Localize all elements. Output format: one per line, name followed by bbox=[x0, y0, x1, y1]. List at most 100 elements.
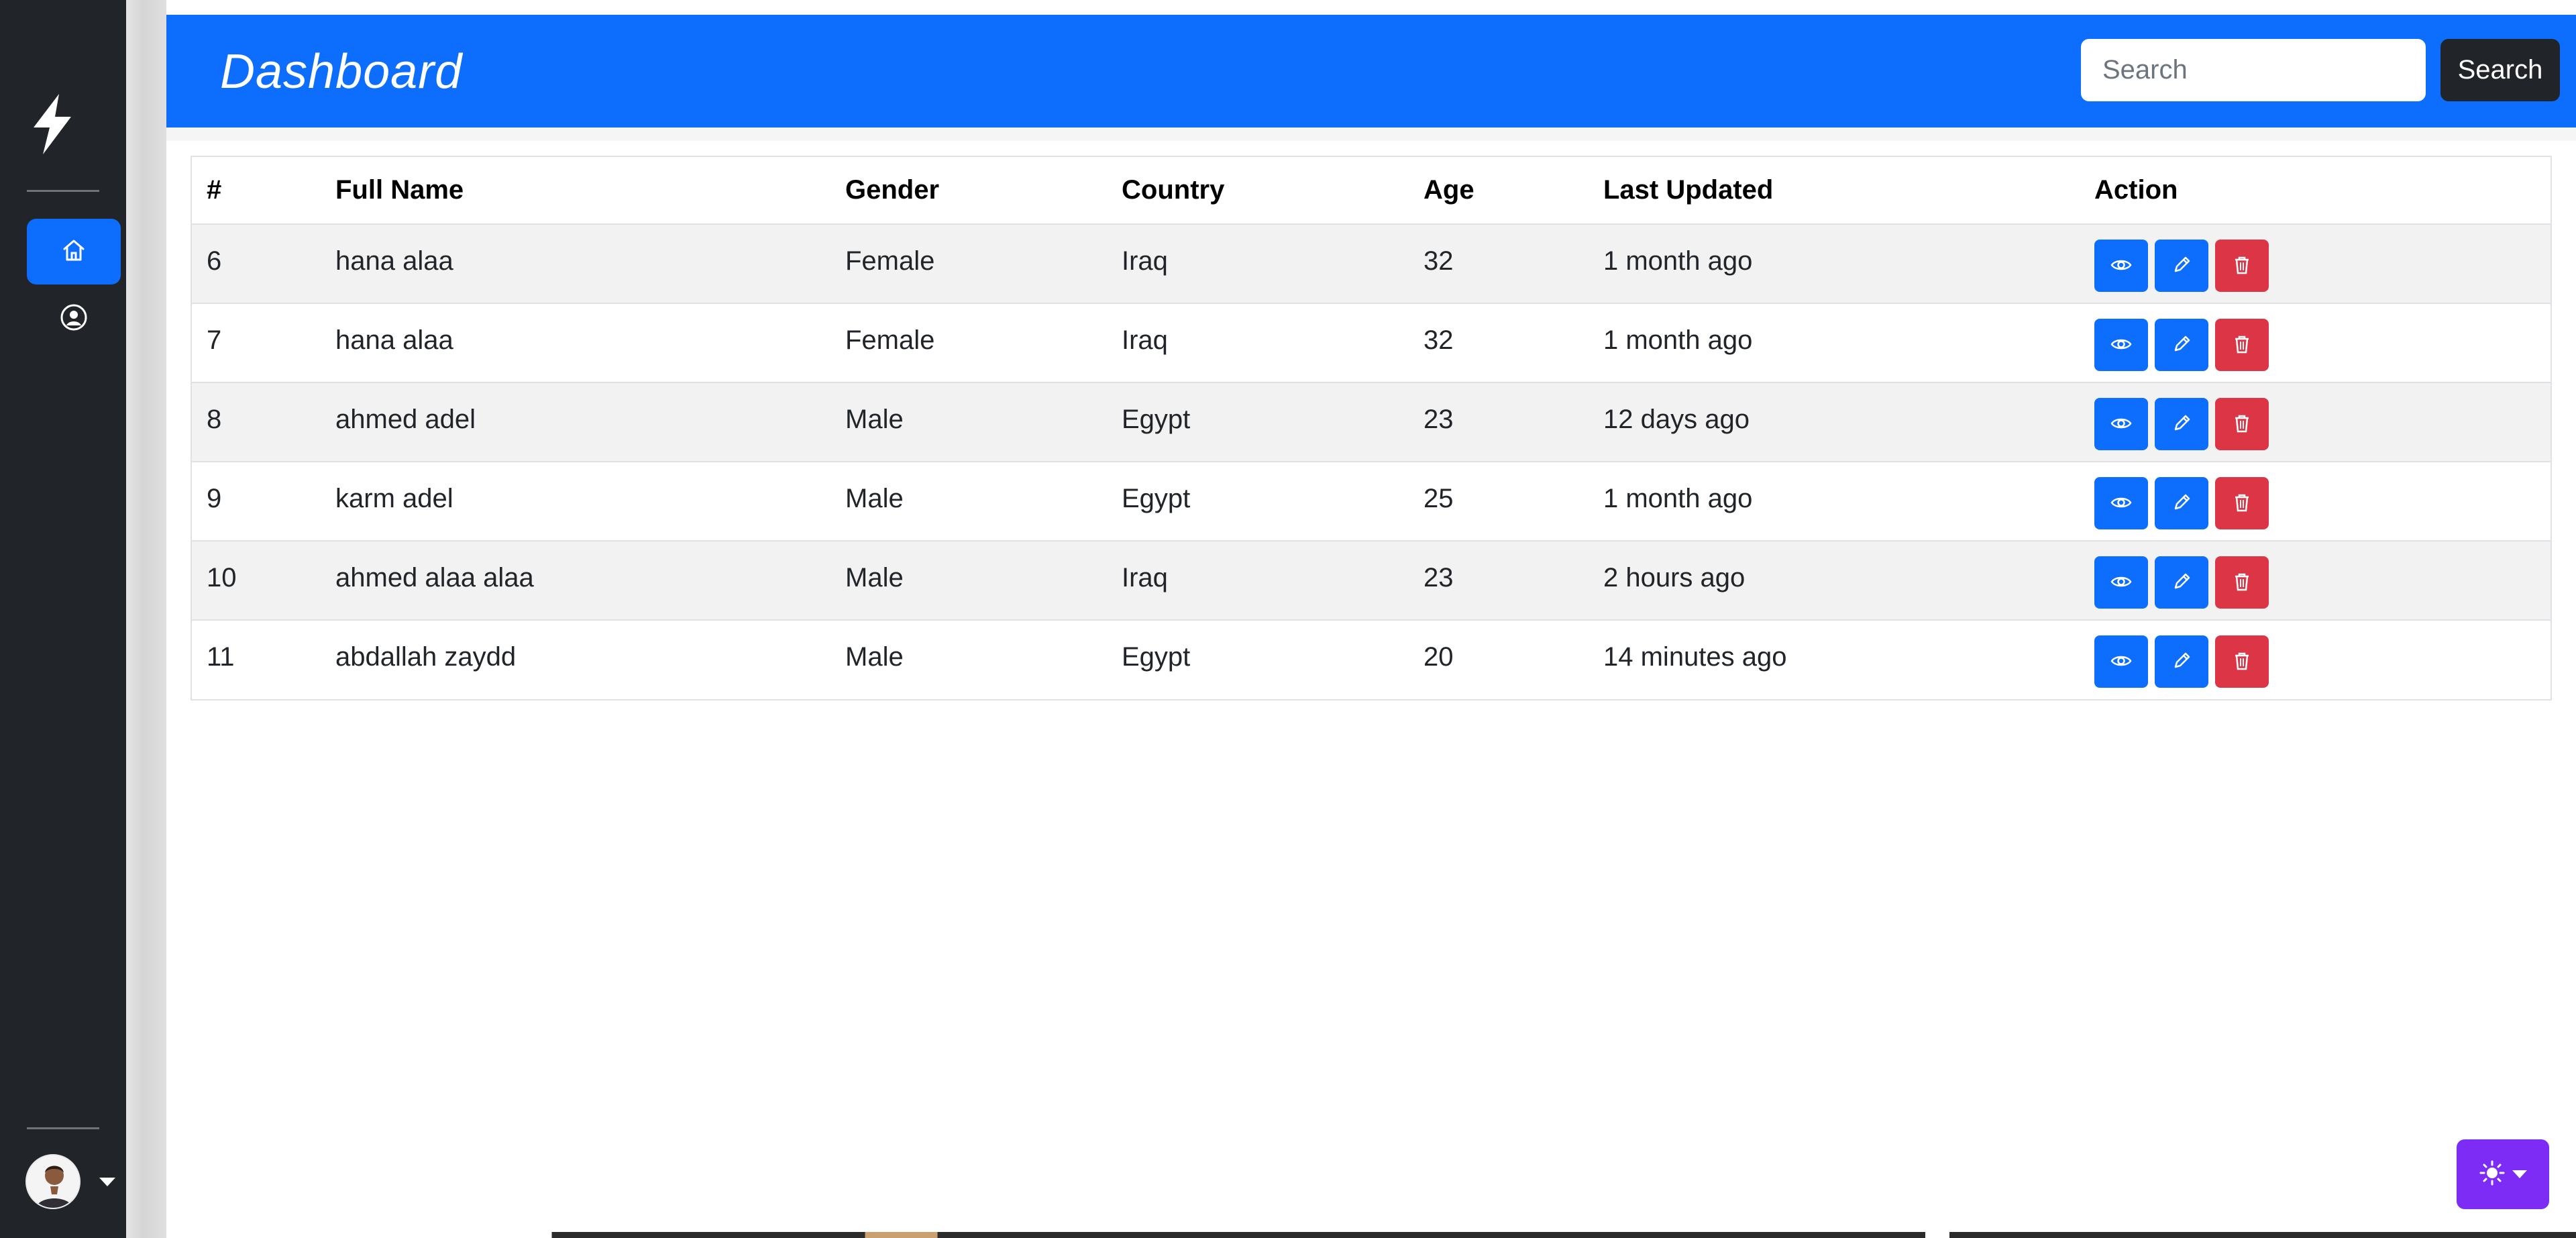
table-row: 6 hana alaa Female Iraq 32 1 month ago bbox=[192, 224, 2551, 303]
view-button[interactable] bbox=[2094, 240, 2148, 292]
delete-button[interactable] bbox=[2215, 477, 2269, 529]
cell-last-updated: 1 month ago bbox=[1603, 484, 1753, 513]
delete-button[interactable] bbox=[2215, 398, 2269, 450]
delete-button[interactable] bbox=[2215, 556, 2269, 609]
cell-last-updated: 12 days ago bbox=[1603, 405, 1750, 434]
user-menu[interactable] bbox=[25, 1153, 119, 1210]
cell-gender: Male bbox=[845, 563, 904, 592]
cell-full-name: ahmed alaa alaa bbox=[335, 563, 534, 592]
taskbar-edge bbox=[166, 1232, 2576, 1238]
cell-action bbox=[2080, 541, 2551, 620]
table-header-row: # Full Name Gender Country Age Last Upda… bbox=[192, 157, 2551, 225]
cell-country: Egypt bbox=[1122, 484, 1191, 513]
theme-toggle-button[interactable] bbox=[2457, 1139, 2549, 1209]
view-button[interactable] bbox=[2094, 477, 2148, 529]
pencil-icon bbox=[2170, 333, 2193, 358]
eye-icon bbox=[2110, 650, 2133, 674]
view-button[interactable] bbox=[2094, 635, 2148, 688]
cell-id: 7 bbox=[207, 325, 222, 355]
avatar bbox=[25, 1154, 80, 1209]
cell-gender: Male bbox=[845, 405, 904, 434]
sidebar-divider bbox=[27, 1127, 99, 1129]
delete-button[interactable] bbox=[2215, 319, 2269, 371]
cell-full-name: hana alaa bbox=[335, 325, 453, 355]
cell-country: Egypt bbox=[1122, 642, 1191, 672]
sidebar-divider bbox=[27, 190, 99, 192]
content-gutter bbox=[126, 0, 166, 1238]
cell-id: 11 bbox=[207, 642, 235, 672]
search-button[interactable]: Search bbox=[2440, 39, 2560, 101]
cell-last-updated: 1 month ago bbox=[1603, 246, 1753, 276]
edit-button[interactable] bbox=[2155, 398, 2208, 450]
trash-icon bbox=[2231, 333, 2253, 358]
cell-age: 32 bbox=[1424, 325, 1454, 355]
lightning-icon[interactable] bbox=[30, 94, 75, 154]
sidebar-item-home[interactable] bbox=[27, 219, 121, 285]
column-header-last-updated[interactable]: Last Updated bbox=[1589, 157, 2080, 225]
pencil-icon bbox=[2170, 570, 2193, 595]
edit-button[interactable] bbox=[2155, 240, 2208, 292]
cell-id: 8 bbox=[207, 405, 222, 434]
header-shadow bbox=[166, 127, 2576, 141]
cell-country: Iraq bbox=[1122, 246, 1168, 276]
cell-action bbox=[2080, 462, 2551, 541]
cell-action bbox=[2080, 382, 2551, 462]
cell-last-updated: 1 month ago bbox=[1603, 325, 1753, 355]
cell-age: 23 bbox=[1424, 405, 1454, 434]
edit-button[interactable] bbox=[2155, 477, 2208, 529]
edit-button[interactable] bbox=[2155, 319, 2208, 371]
page-title: Dashboard bbox=[220, 45, 463, 99]
cell-id: 6 bbox=[207, 246, 222, 276]
edit-button[interactable] bbox=[2155, 635, 2208, 688]
sun-icon bbox=[2479, 1159, 2506, 1190]
pencil-icon bbox=[2170, 254, 2193, 278]
eye-icon bbox=[2110, 570, 2133, 595]
cell-age: 32 bbox=[1424, 246, 1454, 276]
table-row: 9 karm adel Male Egypt 25 1 month ago bbox=[192, 462, 2551, 541]
sidebar bbox=[0, 0, 126, 1238]
cell-age: 20 bbox=[1424, 642, 1454, 672]
view-button[interactable] bbox=[2094, 319, 2148, 371]
column-header-gender[interactable]: Gender bbox=[830, 157, 1107, 225]
eye-icon bbox=[2110, 333, 2133, 358]
table-row: 11 abdallah zaydd Male Egypt 20 14 minutes ag… bbox=[192, 620, 2551, 699]
column-header-age[interactable]: Age bbox=[1409, 157, 1589, 225]
trash-icon bbox=[2231, 412, 2253, 437]
cell-last-updated: 14 minutes ago bbox=[1603, 642, 1787, 672]
eye-icon bbox=[2110, 491, 2133, 516]
cell-action bbox=[2080, 303, 2551, 382]
column-header-country[interactable]: Country bbox=[1107, 157, 1409, 225]
trash-icon bbox=[2231, 254, 2253, 278]
view-button[interactable] bbox=[2094, 556, 2148, 609]
view-button[interactable] bbox=[2094, 398, 2148, 450]
caret-down-icon bbox=[2512, 1170, 2527, 1178]
pencil-icon bbox=[2170, 491, 2193, 516]
eye-icon bbox=[2110, 254, 2133, 278]
edit-button[interactable] bbox=[2155, 556, 2208, 609]
cell-id: 10 bbox=[207, 563, 237, 592]
delete-button[interactable] bbox=[2215, 240, 2269, 292]
cell-action bbox=[2080, 620, 2551, 699]
user-circle-icon bbox=[60, 303, 88, 335]
column-header-full-name[interactable]: Full Name bbox=[321, 157, 830, 225]
users-table: # Full Name Gender Country Age Last Upda… bbox=[191, 156, 2552, 701]
sidebar-item-profile[interactable] bbox=[27, 289, 121, 349]
pencil-icon bbox=[2170, 412, 2193, 437]
caret-down-icon bbox=[99, 1177, 115, 1186]
table-row: 7 hana alaa Female Iraq 32 1 month ago bbox=[192, 303, 2551, 382]
cell-gender: Male bbox=[845, 642, 904, 672]
cell-country: Iraq bbox=[1122, 563, 1168, 592]
pencil-icon bbox=[2170, 650, 2193, 674]
trash-icon bbox=[2231, 650, 2253, 674]
eye-icon bbox=[2110, 412, 2133, 437]
trash-icon bbox=[2231, 491, 2253, 516]
cell-action bbox=[2080, 224, 2551, 303]
column-header-id: # bbox=[192, 157, 321, 225]
cell-full-name: karm adel bbox=[335, 484, 453, 513]
cell-last-updated: 2 hours ago bbox=[1603, 563, 1746, 592]
cell-full-name: ahmed adel bbox=[335, 405, 476, 434]
delete-button[interactable] bbox=[2215, 635, 2269, 688]
search-input[interactable] bbox=[2081, 39, 2426, 101]
cell-full-name: abdallah zaydd bbox=[335, 642, 517, 672]
column-header-action: Action bbox=[2080, 157, 2551, 225]
